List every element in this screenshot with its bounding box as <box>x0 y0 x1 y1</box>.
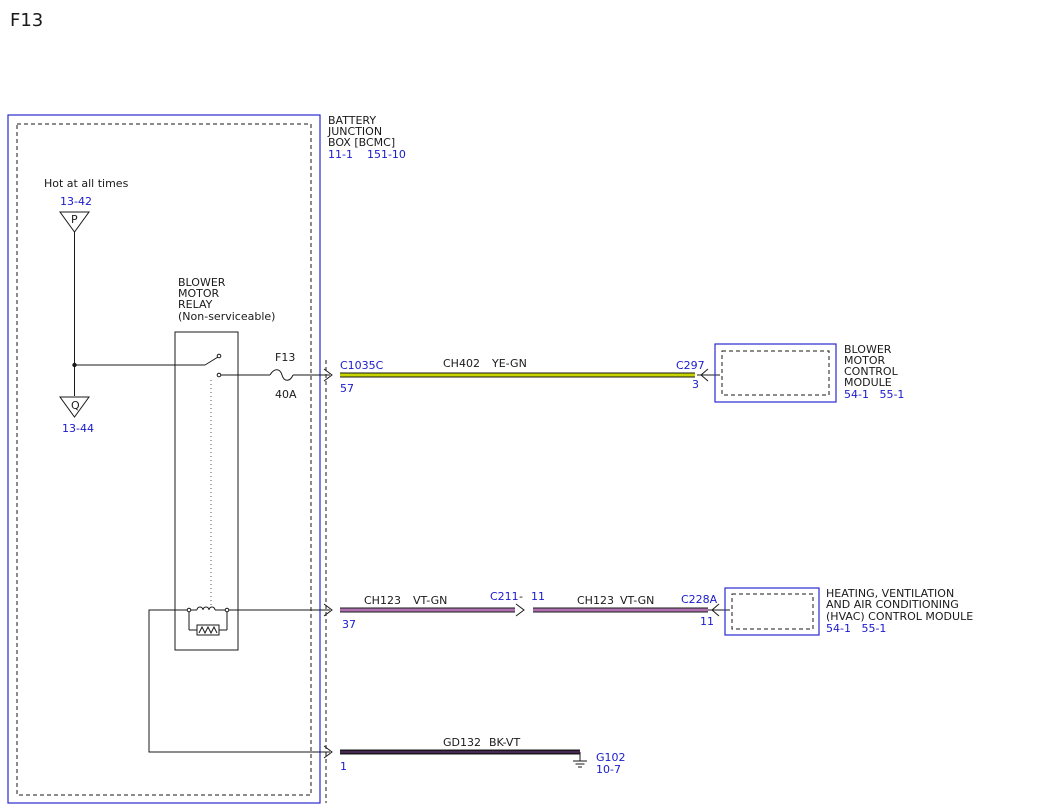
relay-name-4: (Non-serviceable) <box>178 310 275 323</box>
hvac-module-refs[interactable]: 54-1 55-1 <box>826 622 886 635</box>
wire2-color-b: VT-GN <box>620 594 654 607</box>
ground-ref[interactable]: 10-7 <box>596 763 621 776</box>
relay-coil-icon <box>186 606 230 636</box>
wire2-pin-left: 37 <box>342 618 356 631</box>
fuse-rating: 40A <box>275 388 297 401</box>
junction-box-inner <box>16 123 312 796</box>
fuse-icon <box>269 369 294 381</box>
page-title: F13 <box>10 10 43 31</box>
wire2-color-a: VT-GN <box>413 594 447 607</box>
wiring-diagram: F13 BATTERY JUNCTION BOX [BCMC] 11-1 151… <box>7 10 973 804</box>
junction-box-label: BATTERY JUNCTION BOX [BCMC] 11-1 151-10 <box>327 114 406 161</box>
wire1-pin-left: 57 <box>340 382 354 395</box>
wire2-connector-right[interactable]: C228A <box>681 593 718 606</box>
blower-module-outline[interactable] <box>714 343 837 403</box>
wire2-pin-mid: 11 <box>531 590 545 603</box>
fuse-name: F13 <box>275 351 295 364</box>
wire2-pin-right: 11 <box>700 615 714 628</box>
terminal-p-ref[interactable]: 13-42 <box>60 195 92 208</box>
wire3-pin-left: 1 <box>340 760 347 773</box>
wire1-connector-right[interactable]: C297 <box>676 359 705 372</box>
hot-label: Hot at all times <box>44 177 129 190</box>
junction-box-outline <box>7 114 321 804</box>
blower-module-label: BLOWER MOTOR CONTROL MODULE 54-1 55-1 <box>844 343 904 401</box>
wire2-dash: - <box>519 590 523 603</box>
wire1-connector-left[interactable]: C1035C <box>340 359 384 372</box>
terminal-q-letter: Q <box>71 399 80 412</box>
wire3-circuit: GD132 <box>443 736 481 749</box>
wire2-connector-mid[interactable]: C211 <box>490 590 519 603</box>
relay-box <box>174 331 239 651</box>
hvac-module-outline[interactable] <box>724 587 820 636</box>
connector-c211-icon <box>515 603 525 617</box>
wire1-pin-right: 3 <box>692 378 699 391</box>
blower-module-inner <box>721 350 830 396</box>
terminal-q-ref[interactable]: 13-44 <box>62 422 94 435</box>
relay-label: BLOWER MOTOR RELAY (Non-serviceable) <box>178 276 275 323</box>
hvac-module-inner <box>731 593 814 630</box>
hvac-module-label: HEATING, VENTILATION AND AIR CONDITIONIN… <box>826 587 973 635</box>
wire2-circuit-a: CH123 <box>364 594 401 607</box>
junction-box-refs[interactable]: 11-1 151-10 <box>328 148 406 161</box>
wire1-color: YE-GN <box>491 357 527 370</box>
wire1-circuit: CH402 <box>443 357 480 370</box>
blower-module-refs[interactable]: 54-1 55-1 <box>844 388 904 401</box>
coil-ground-wire <box>148 609 330 753</box>
wire2-circuit-b: CH123 <box>577 594 614 607</box>
terminal-p-letter: P <box>71 213 78 226</box>
wire3-color: BK-VT <box>489 736 520 749</box>
relay-switch-icon <box>204 353 222 608</box>
